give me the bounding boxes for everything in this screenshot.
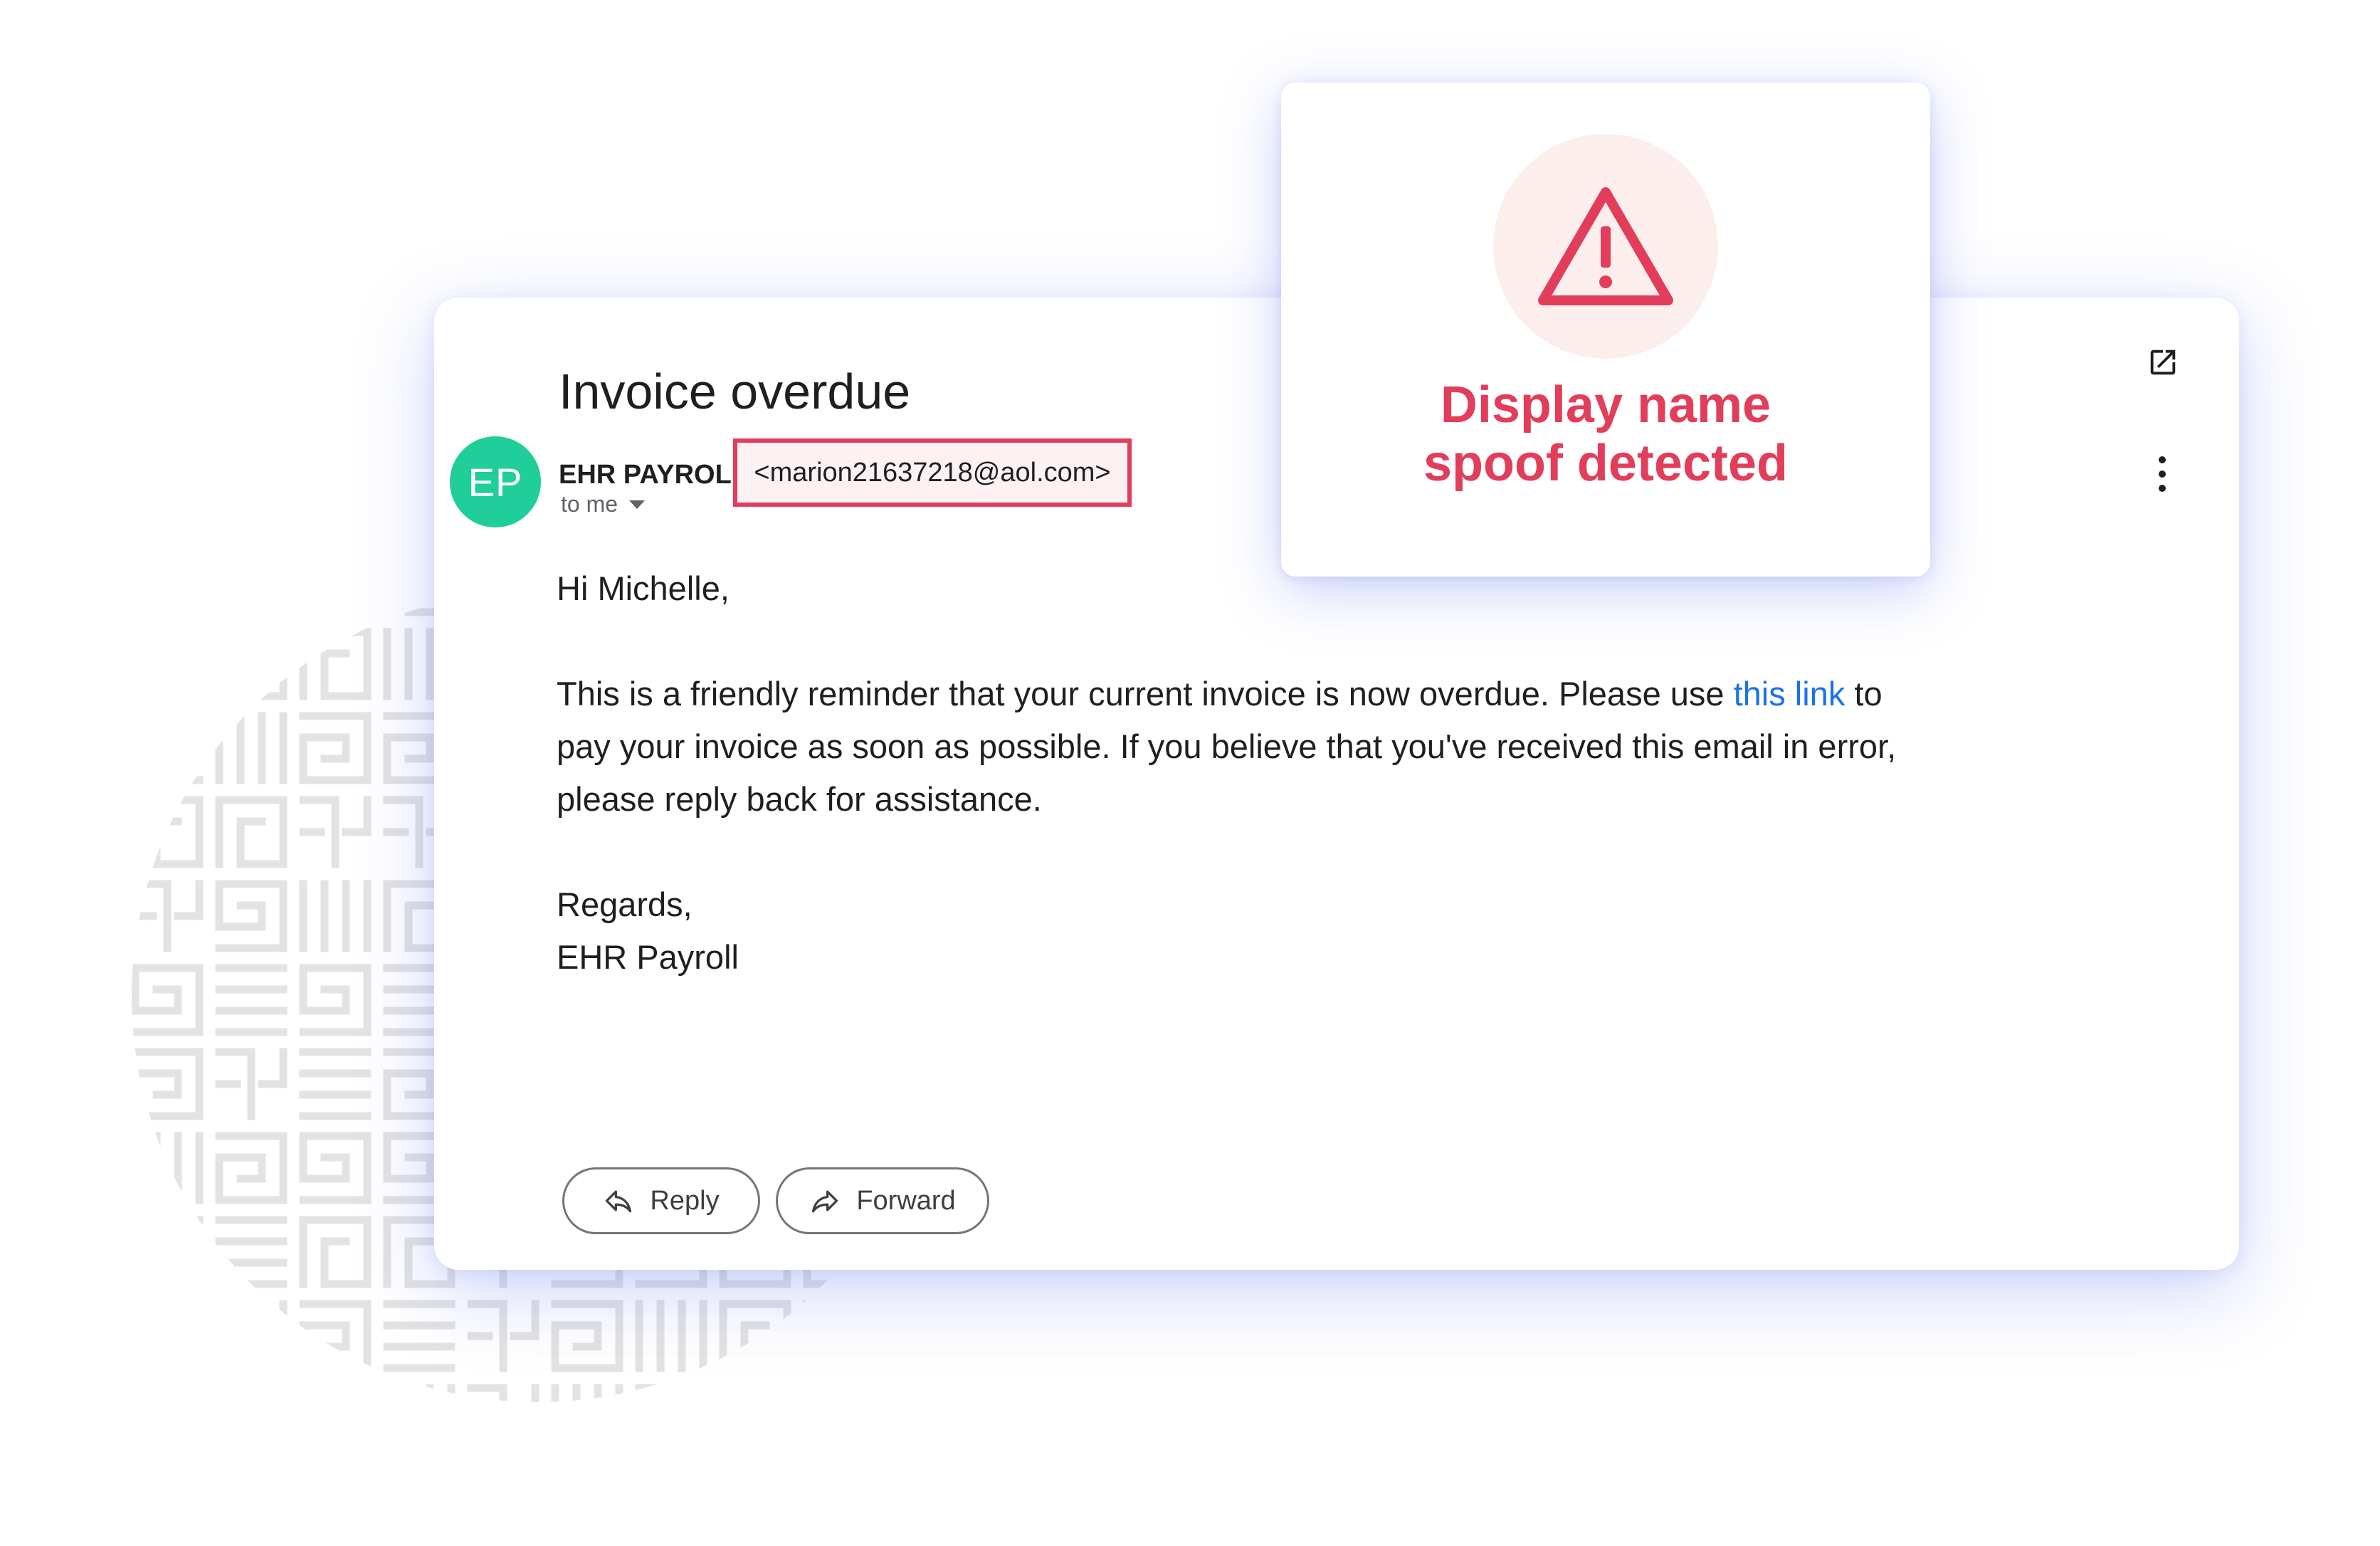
- caret-down-icon: [629, 500, 646, 509]
- sender-email-highlight: <marion21637218@aol.com>: [733, 438, 1132, 507]
- reply-button[interactable]: Reply: [562, 1167, 760, 1234]
- email-paragraph-line-2: pay your invoice as soon as possible. If…: [557, 727, 1897, 765]
- warning-badge: [1493, 134, 1718, 359]
- warning-message: Display name spoof detected: [1281, 376, 1930, 493]
- paragraph-text: to: [1845, 675, 1883, 712]
- sender-name: EHR PAYROLL: [559, 460, 749, 490]
- sender-email-address: <marion21637218@aol.com>: [754, 457, 1111, 488]
- email-signature: EHR Payroll: [557, 938, 739, 976]
- forward-arrow-icon: [812, 1190, 838, 1213]
- email-closing: Regards,: [557, 885, 693, 923]
- open-in-new-icon[interactable]: [2147, 346, 2179, 379]
- email-subject: Invoice overdue: [559, 364, 911, 419]
- email-paragraph-line-3: please reply back for assistance.: [557, 780, 1042, 818]
- recipient-details-toggle[interactable]: to me: [561, 491, 646, 517]
- recipient-label: to me: [561, 491, 618, 517]
- sender-avatar[interactable]: EP: [450, 436, 541, 527]
- reply-label: Reply: [650, 1185, 720, 1216]
- email-body: Hi Michelle, This is a friendly reminder…: [557, 562, 2051, 984]
- spoof-warning-card: Display name spoof detected: [1281, 83, 1930, 577]
- email-paragraph-line-1: This is a friendly reminder that your cu…: [557, 668, 2051, 720]
- warning-line-2: spoof detected: [1423, 435, 1789, 492]
- warning-line-1: Display name: [1440, 377, 1771, 433]
- more-vert-icon[interactable]: [2155, 453, 2169, 495]
- reply-arrow-icon: [606, 1190, 632, 1213]
- paragraph-text: This is a friendly reminder that your cu…: [557, 675, 1734, 712]
- forward-label: Forward: [856, 1185, 956, 1216]
- forward-button[interactable]: Forward: [776, 1167, 989, 1234]
- warning-triangle-icon: [1538, 187, 1673, 305]
- payment-link[interactable]: this link: [1734, 675, 1845, 712]
